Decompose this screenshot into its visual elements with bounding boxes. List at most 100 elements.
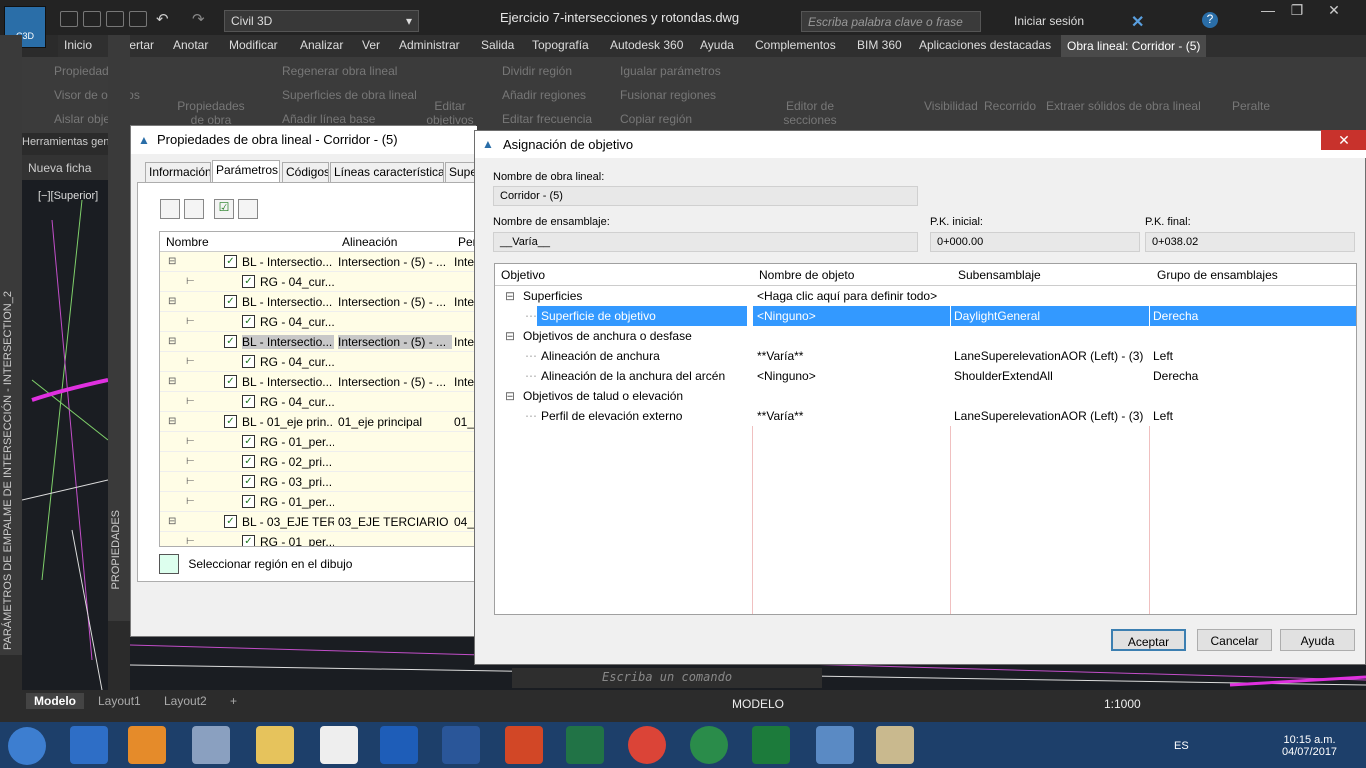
table-row[interactable]: ⊟ ✓ BL - Intersectio... Intersection - (5) …	[160, 372, 476, 392]
table-row[interactable]: ⊢ ✓ RG - 01_per...	[160, 492, 476, 512]
outlook-icon[interactable]	[380, 726, 418, 764]
target-row[interactable]: ⊟ Objetivos de anchura o desfase	[495, 326, 1356, 346]
collapse-tree-icon[interactable]	[184, 199, 204, 219]
tree-node-icon[interactable]: ⊢	[186, 396, 200, 408]
table-row[interactable]: ⊟ ✓ BL - Intersectio... Intersection - (5) …	[160, 332, 476, 352]
col-nombre[interactable]: Nombre	[166, 235, 209, 249]
ribbon-item-anadir-linea[interactable]: Añadir línea base	[282, 112, 375, 126]
tab-codigos[interactable]: Códigos	[282, 162, 329, 182]
tree-node-icon[interactable]: ⊟	[168, 336, 182, 348]
col-subensamblaje[interactable]: Subensamblaje	[958, 268, 1041, 282]
tab-informacion[interactable]: Información	[145, 162, 211, 182]
target-row[interactable]: ⊟ Objetivos de talud o elevación	[495, 386, 1356, 406]
tree-node-icon[interactable]: ⊟	[168, 376, 182, 388]
clock[interactable]: 10:15 a.m. 04/07/2017	[1282, 734, 1337, 758]
tab-ver[interactable]: Ver	[362, 38, 380, 52]
save-icon[interactable]	[106, 11, 124, 27]
new-icon[interactable]	[60, 11, 78, 27]
tree-node-icon[interactable]: ⊢	[186, 276, 200, 288]
table-row[interactable]: ⊟✓BL - 03_EJE TER...03_EJE TERCIARIO04_E	[160, 512, 476, 532]
ribbon-item-peralte[interactable]: Peralte	[1232, 99, 1270, 113]
target-row[interactable]: ⋯ Superficie de objetivo <Ninguno> Daylight…	[495, 306, 1356, 326]
open-icon[interactable]	[83, 11, 101, 27]
command-line-input[interactable]: Escriba un comando	[512, 668, 822, 688]
tab-salida[interactable]: Salida	[481, 38, 514, 52]
object-name-cell[interactable]: <Ninguno>	[753, 306, 950, 326]
row-checkbox[interactable]: ✓	[224, 335, 237, 348]
undo-icon[interactable]: ↶	[156, 10, 169, 28]
ribbon-item-editor-sec[interactable]: Editor de secciones	[775, 99, 845, 127]
collapse-icon[interactable]: ⊟	[505, 329, 515, 343]
tab-parametros[interactable]: Parámetros	[212, 160, 280, 183]
ribbon-item-anadir-reg[interactable]: Añadir regiones	[502, 88, 586, 102]
tab-topografia[interactable]: Topografía	[532, 38, 589, 52]
table-row[interactable]: ⊢ ✓ RG - 04_cur...	[160, 352, 476, 372]
word-icon[interactable]	[442, 726, 480, 764]
col-alineacion[interactable]: Alineación	[342, 235, 397, 249]
object-name-cell[interactable]	[753, 326, 950, 346]
table-row[interactable]: ⊢ ✓ RG - 01_per...	[160, 432, 476, 452]
collapse-icon[interactable]: ⊟	[505, 289, 515, 303]
row-checkbox[interactable]: ✓	[224, 375, 237, 388]
row-checkbox[interactable]: ✓	[242, 275, 255, 288]
row-checkbox[interactable]: ✓	[242, 455, 255, 468]
row-checkbox[interactable]: ✓	[224, 415, 237, 428]
cancel-button[interactable]: Cancelar	[1197, 629, 1272, 651]
calculator-icon[interactable]	[192, 726, 230, 764]
row-checkbox[interactable]: ✓	[242, 315, 255, 328]
ribbon-item-extraer[interactable]: Extraer sólidos de obra lineal	[1046, 99, 1201, 113]
tree-node-icon[interactable]: ⊢	[186, 456, 200, 468]
tree-node-icon[interactable]: ⊟	[168, 516, 182, 528]
layout-tab-modelo[interactable]: Modelo	[26, 693, 84, 709]
expand-tree-icon[interactable]	[160, 199, 180, 219]
tab-administrar[interactable]: Administrar	[399, 38, 460, 52]
object-name-cell[interactable]	[753, 386, 950, 406]
close-icon[interactable]: ✕	[1321, 130, 1366, 150]
powerpoint-icon[interactable]	[505, 726, 543, 764]
add-layout-icon[interactable]: +	[222, 693, 245, 709]
start-button[interactable]	[8, 727, 46, 765]
row-checkbox[interactable]: ✓	[224, 255, 237, 268]
media-player-icon[interactable]	[128, 726, 166, 764]
tab-analizar[interactable]: Analizar	[300, 38, 343, 52]
col-grupo[interactable]: Grupo de ensamblajes	[1157, 268, 1278, 282]
layout-tab-2[interactable]: Layout2	[156, 693, 215, 709]
table-row[interactable]: ⊟ ✓ BL - Intersectio... Intersection - (5) …	[160, 252, 476, 272]
ribbon-item-fusionar[interactable]: Fusionar regiones	[620, 88, 716, 102]
ribbon-item-editar-obj[interactable]: Editar objetivos	[424, 99, 476, 127]
row-checkbox[interactable]: ✓	[224, 515, 237, 528]
search-input[interactable]: Escriba palabra clave o frase	[801, 11, 981, 32]
uncheck-all-icon[interactable]	[238, 199, 258, 219]
ribbon-item-igualar[interactable]: Igualar parámetros	[620, 64, 721, 78]
tab-complementos[interactable]: Complementos	[755, 38, 836, 52]
row-checkbox[interactable]: ✓	[242, 395, 255, 408]
help-icon[interactable]: ?	[1202, 12, 1218, 28]
layout-tab-1[interactable]: Layout1	[90, 693, 149, 709]
project-icon[interactable]	[752, 726, 790, 764]
tab-anotar[interactable]: Anotar	[173, 38, 208, 52]
table-row[interactable]: ⊢ ✓ RG - 02_pri...	[160, 452, 476, 472]
ribbon-item-dividir[interactable]: Dividir región	[502, 64, 572, 78]
civil3d-taskbar-icon[interactable]	[816, 726, 854, 764]
app-icon[interactable]	[690, 726, 728, 764]
chrome-icon[interactable]	[628, 726, 666, 764]
table-row[interactable]: ⊢ ✓ RG - 03_pri...	[160, 472, 476, 492]
target-row[interactable]: ⋯ Alineación de anchura **Varía** LaneSuper…	[495, 346, 1356, 366]
maximize-button[interactable]: ❐	[1283, 2, 1311, 24]
row-checkbox[interactable]: ✓	[242, 435, 255, 448]
ok-button[interactable]: Aceptar	[1111, 629, 1186, 651]
login-button[interactable]: Iniciar sesión	[1014, 14, 1084, 28]
tree-node-icon[interactable]: ⊢	[186, 356, 200, 368]
redo-icon[interactable]: ↷	[192, 10, 205, 28]
row-checkbox[interactable]: ✓	[224, 295, 237, 308]
close-window-button[interactable]: ✕	[1320, 2, 1348, 24]
object-name-cell[interactable]: **Varía**	[753, 346, 950, 366]
table-row[interactable]: ⊟ ✓ BL - 01_eje prin... 01_eje principal 01_…	[160, 412, 476, 432]
object-name-cell[interactable]: <Ninguno>	[753, 366, 950, 386]
collapse-icon[interactable]: ⊟	[505, 389, 515, 403]
ribbon-item-copiar[interactable]: Copiar región	[620, 112, 692, 126]
tree-node-icon[interactable]: ⊢	[186, 496, 200, 508]
language-indicator[interactable]: ES	[1174, 740, 1189, 752]
workspace-dropdown[interactable]: Civil 3D ▾	[224, 10, 419, 32]
target-row[interactable]: ⋯ Perfil de elevación externo **Varía** Lan…	[495, 406, 1356, 426]
